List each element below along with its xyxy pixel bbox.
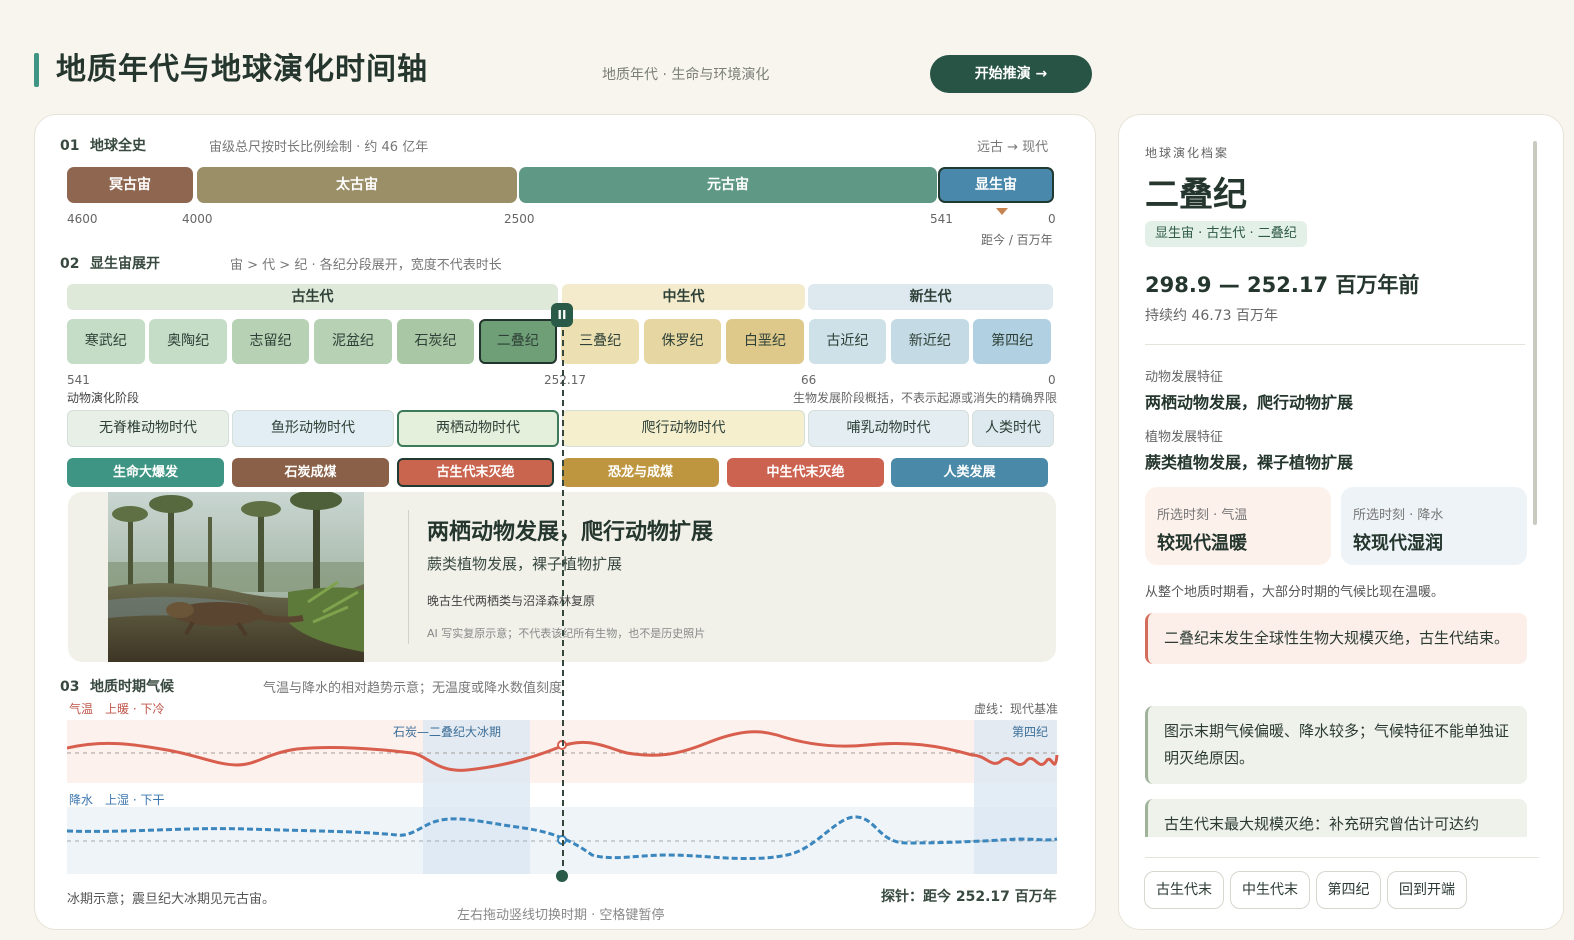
eon-tick: 541 xyxy=(930,212,953,226)
period-tick: 252.17 xyxy=(544,373,586,387)
event-chip[interactable]: 中生代末灭绝 xyxy=(727,458,884,487)
section-earth-history-note: 宙级总尺按时长比例绘制 · 约 46 亿年 xyxy=(209,140,429,155)
period-cell[interactable]: 泥盆纪 xyxy=(314,319,392,364)
precipitation-card: 所选时刻 · 降水 较现代湿润 xyxy=(1341,487,1527,565)
event-chip[interactable]: 恐龙与成煤 xyxy=(562,458,719,487)
period-tick: 66 xyxy=(801,373,817,387)
jump-to-start-button[interactable]: 回到开端 xyxy=(1387,871,1467,909)
plant-feature-value: 蕨类植物发展，裸子植物扩展 xyxy=(1145,453,1354,472)
animal-feature-value: 两栖动物发展，爬行动物扩展 xyxy=(1145,393,1354,412)
detail-title: 两栖动物发展，爬行动物扩展 xyxy=(427,520,714,545)
section-phanerozoic-heading: 02 显生宙展开 xyxy=(60,256,160,272)
archive-duration: 持续约 46.73 百万年 xyxy=(1145,308,1278,324)
icehouse-label: 石炭—二叠纪大冰期 xyxy=(393,725,502,739)
eon-segment[interactable]: 冥古宙 xyxy=(67,167,193,203)
period-cell[interactable]: 奥陶纪 xyxy=(149,319,227,364)
eon-segment[interactable]: 元古宙 xyxy=(519,167,937,203)
section-phanerozoic-note: 宙 > 代 > 纪 · 各纪分段展开，宽度不代表时长 xyxy=(230,258,502,273)
quaternary-label: 第四纪 xyxy=(1012,725,1049,739)
panel-scrollbar[interactable] xyxy=(1533,141,1537,525)
time-direction-label: 远古 → 现代 xyxy=(977,140,1049,155)
period-cell[interactable]: 志留纪 xyxy=(231,319,310,364)
animal-stage-chip[interactable]: 爬行动物时代 xyxy=(562,410,805,447)
time-probe-dot[interactable] xyxy=(556,870,568,882)
animal-stage-chip[interactable]: 鱼形动物时代 xyxy=(232,410,394,447)
era-header: 新生代 xyxy=(808,284,1053,310)
eon-segment[interactable]: 显生宙 xyxy=(938,167,1054,203)
eon-segment[interactable]: 太古宙 xyxy=(197,167,517,203)
period-tick: 0 xyxy=(1048,373,1056,387)
eon-tick: 4000 xyxy=(182,212,213,226)
detail-subtitle: 蕨类植物发展，裸子植物扩展 xyxy=(427,555,623,573)
animal-stage-chip[interactable]: 哺乳动物时代 xyxy=(808,410,969,447)
section-climate-note: 气温与降水的相对趋势示意；无温度或降水数值刻度 xyxy=(263,681,563,696)
archive-time-range: 298.9 — 252.17 百万年前 xyxy=(1145,273,1420,297)
image-disclaimer: AI 写实复原示意；不代表该纪所有生物，也不是历史照片 xyxy=(427,627,706,640)
time-probe-handle[interactable]: II xyxy=(551,303,573,327)
extinction-note: 二叠纪末发生全球性生物大规模灭绝，古生代结束。 xyxy=(1145,613,1527,664)
page-header: 地质年代与地球演化时间轴 地质年代 · 生命与环境演化 开始推演 → xyxy=(34,50,1094,96)
event-chip[interactable]: 人类发展 xyxy=(891,458,1048,487)
archive-kicker: 地球演化档案 xyxy=(1145,146,1230,160)
animal-stage-chip[interactable]: 无脊椎动物时代 xyxy=(67,410,229,447)
period-archive-panel: 地球演化档案 二叠纪 显生宙 · 古生代 · 二叠纪 298.9 — 252.1… xyxy=(1118,114,1564,930)
climate-footnote: 冰期示意；震旦纪大冰期见元古宙。 xyxy=(67,892,276,907)
eon-tick: 0 xyxy=(1048,212,1056,226)
eon-tick: 2500 xyxy=(504,212,535,226)
jump-paleozoic-end-button[interactable]: 古生代末 xyxy=(1144,871,1224,909)
probe-readout: 探针：距今 252.17 百万年 xyxy=(881,889,1057,905)
icehouse-band xyxy=(423,720,530,874)
quaternary-band xyxy=(974,720,1057,874)
drag-hint: 左右拖动竖线切换时期 · 空格键暂停 xyxy=(457,908,665,923)
section-earth-history-heading: 01 地球全史 xyxy=(60,138,146,154)
plant-feature-label: 植物发展特征 xyxy=(1145,430,1224,445)
temperature-card: 所选时刻 · 气温 较现代温暖 xyxy=(1145,487,1331,565)
animal-stage-chip[interactable]: 人类时代 xyxy=(972,410,1054,447)
era-header: 古生代 xyxy=(67,284,558,310)
page-title: 地质年代与地球演化时间轴 xyxy=(56,52,428,87)
quick-divider xyxy=(1145,857,1539,858)
eon-unit-label: 距今 / 百万年 xyxy=(981,233,1053,247)
archive-divider xyxy=(1145,344,1525,345)
period-cell[interactable]: 二叠纪 xyxy=(479,319,557,364)
period-cell[interactable]: 古近纪 xyxy=(808,319,887,364)
event-chip[interactable]: 古生代末灭绝 xyxy=(397,458,554,487)
stage-row-title: 动物演化阶段 xyxy=(67,391,140,405)
time-probe-line[interactable] xyxy=(562,310,564,876)
event-chip[interactable]: 生命大爆发 xyxy=(67,458,224,487)
stage-row-note: 生物发展阶段概括，不表示起源或消失的精确界限 xyxy=(793,391,1058,405)
era-header: 中生代 xyxy=(562,284,805,310)
detail-divider xyxy=(408,510,409,644)
section-climate-heading: 03 地质时期气候 xyxy=(60,679,174,695)
jump-quaternary-button[interactable]: 第四纪 xyxy=(1316,871,1381,909)
image-caption: 晚古生代两栖类与沼泽森林复原 xyxy=(427,594,596,608)
title-accent-bar xyxy=(34,53,39,87)
page-subtitle: 地质年代 · 生命与环境演化 xyxy=(602,67,770,83)
permian-reconstruction-image xyxy=(108,492,364,662)
eon-pointer-icon xyxy=(996,208,1008,215)
archive-breadcrumb: 显生宙 · 古生代 · 二叠纪 xyxy=(1145,221,1307,247)
period-cell[interactable]: 寒武纪 xyxy=(67,319,145,364)
timeline-card: 01 地球全史 宙级总尺按时长比例绘制 · 约 46 亿年 远古 → 现代 冥古宙… xyxy=(34,114,1096,930)
event-chip[interactable]: 石炭成煤 xyxy=(232,458,389,487)
start-simulation-button[interactable]: 开始推演 → xyxy=(930,55,1092,93)
eon-tick: 4600 xyxy=(67,212,98,226)
animal-stage-chip[interactable]: 两栖动物时代 xyxy=(397,410,559,447)
climate-summary: 从整个地质时期看，大部分时期的气候比现在温暖。 xyxy=(1145,585,1445,600)
period-cell[interactable]: 三叠纪 xyxy=(561,319,639,364)
period-cell[interactable]: 侏罗纪 xyxy=(643,319,722,364)
climate-caveat-note: 图示末期气候偏暖、降水较多；气候特征不能单独证明灭绝原因。 xyxy=(1145,706,1527,784)
period-cell[interactable]: 石炭纪 xyxy=(396,319,475,364)
precipitation-axis-label: 降水 上湿 · 下干 xyxy=(69,793,165,807)
period-tick: 541 xyxy=(67,373,90,387)
jump-mesozoic-end-button[interactable]: 中生代末 xyxy=(1230,871,1310,909)
animal-feature-label: 动物发展特征 xyxy=(1145,370,1224,385)
period-cell[interactable]: 新近纪 xyxy=(891,319,969,364)
period-cell[interactable]: 第四纪 xyxy=(973,319,1051,364)
archive-title: 二叠纪 xyxy=(1145,175,1247,215)
period-cell[interactable]: 白垩纪 xyxy=(726,319,804,364)
